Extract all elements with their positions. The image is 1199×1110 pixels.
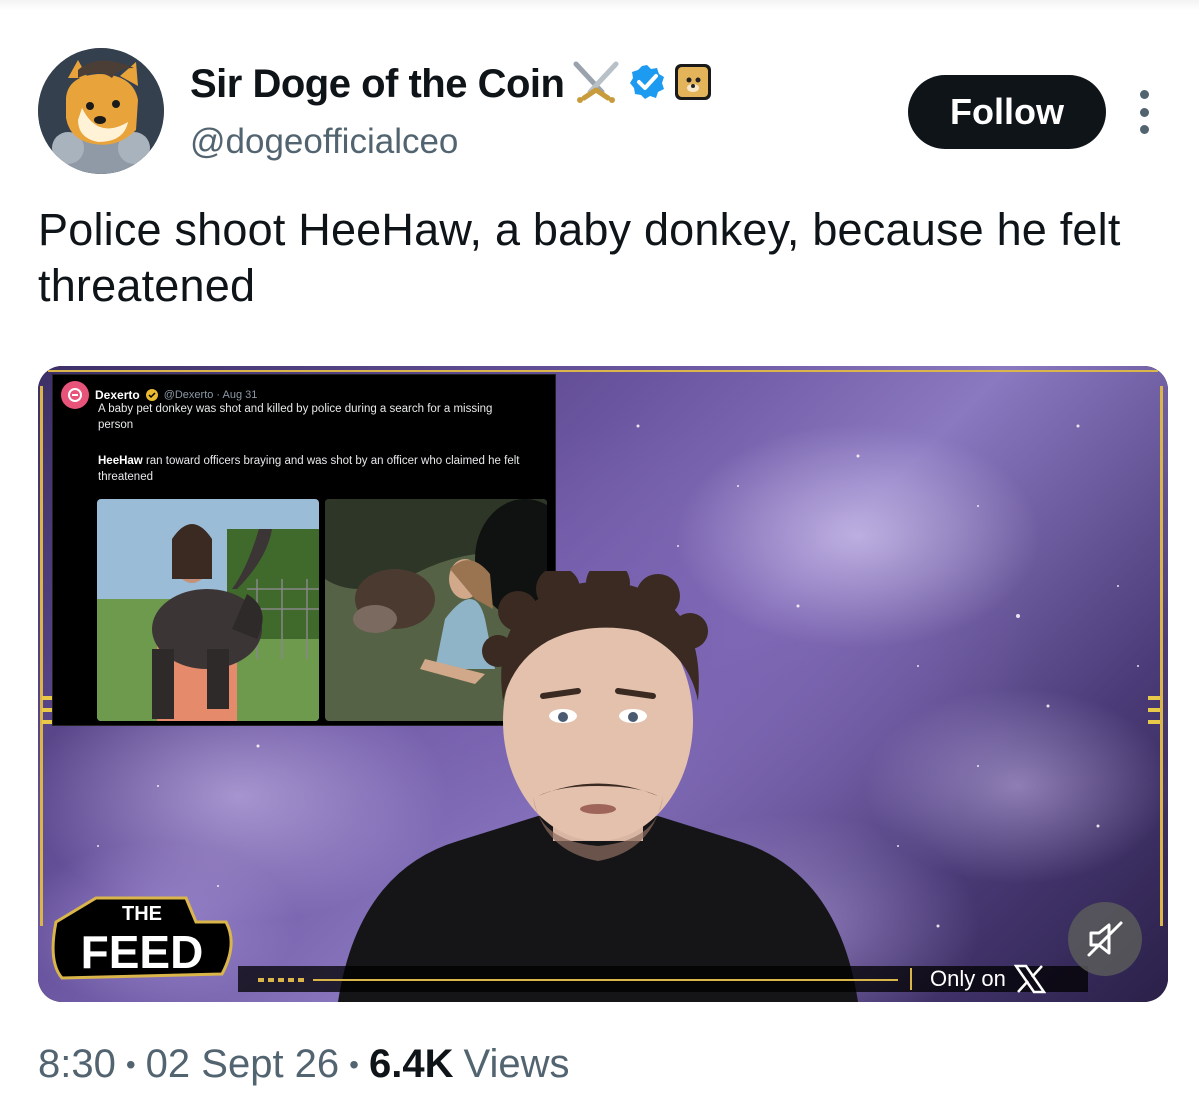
frame-right-line [1160, 386, 1163, 926]
right-stripe-marks [1148, 696, 1160, 724]
more-vertical-icon[interactable] [1130, 90, 1158, 134]
dexerto-logo-icon [61, 381, 89, 409]
only-on-divider [910, 968, 912, 990]
donkey-photo-1 [97, 499, 319, 721]
embedded-handle-date: @Dexerto · Aug 31 [163, 389, 258, 401]
author-avatar[interactable] [38, 48, 164, 174]
views-label: Views [463, 1042, 570, 1086]
tweet-time[interactable]: 8:30 [38, 1042, 116, 1087]
embedded-text-1: A baby pet donkey was shot and killed by… [98, 403, 493, 431]
the-feed-logo: THE FEED [46, 892, 236, 988]
frame-left-line [40, 386, 43, 926]
muted-speaker-icon[interactable] [1068, 902, 1142, 976]
crossed-swords-icon [572, 60, 620, 109]
doge-badge-icon [674, 63, 712, 106]
feed-logo-top: THE [122, 903, 162, 925]
only-on-x-label: Only on [910, 964, 1046, 994]
embedded-text-2-bold: HeeHaw [98, 455, 143, 467]
author-handle[interactable]: @dogeofficialceo [190, 122, 458, 162]
embedded-text-2: HeeHaw ran toward officers braying and w… [98, 453, 528, 485]
streamer-figure [338, 571, 858, 1002]
embedded-text-2-rest: ran toward officers braying and was shot… [98, 455, 520, 483]
tweet-meta-row: 8:30 • 02 Sept 26 • 6.4K Views [38, 1042, 569, 1087]
meta-separator: • [349, 1048, 359, 1080]
top-edge [0, 0, 1199, 10]
only-on-text: Only on [930, 966, 1006, 991]
author-name[interactable]: Sir Doge of the Coin [190, 62, 565, 107]
follow-button[interactable]: Follow [908, 75, 1106, 149]
x-logo-icon [1013, 964, 1046, 994]
frame-top-line [48, 370, 1158, 372]
feed-logo-bottom: FEED [81, 926, 204, 978]
tweet-date[interactable]: 02 Sept 26 [146, 1042, 340, 1087]
verified-checkmark-icon [628, 63, 666, 106]
video-player[interactable]: Dexerto @Dexerto · Aug 31 A baby pet don… [38, 366, 1168, 1002]
embedded-author: Dexerto [95, 388, 140, 402]
views-count[interactable]: 6.4K [369, 1042, 454, 1087]
gold-verified-icon [145, 389, 158, 401]
tweet-text: Police shoot HeeHaw, a baby donkey, beca… [38, 204, 1121, 311]
author-name-row: Sir Doge of the Coin [190, 60, 712, 109]
meta-separator: • [125, 1048, 136, 1080]
doge-avatar-icon [38, 48, 164, 174]
